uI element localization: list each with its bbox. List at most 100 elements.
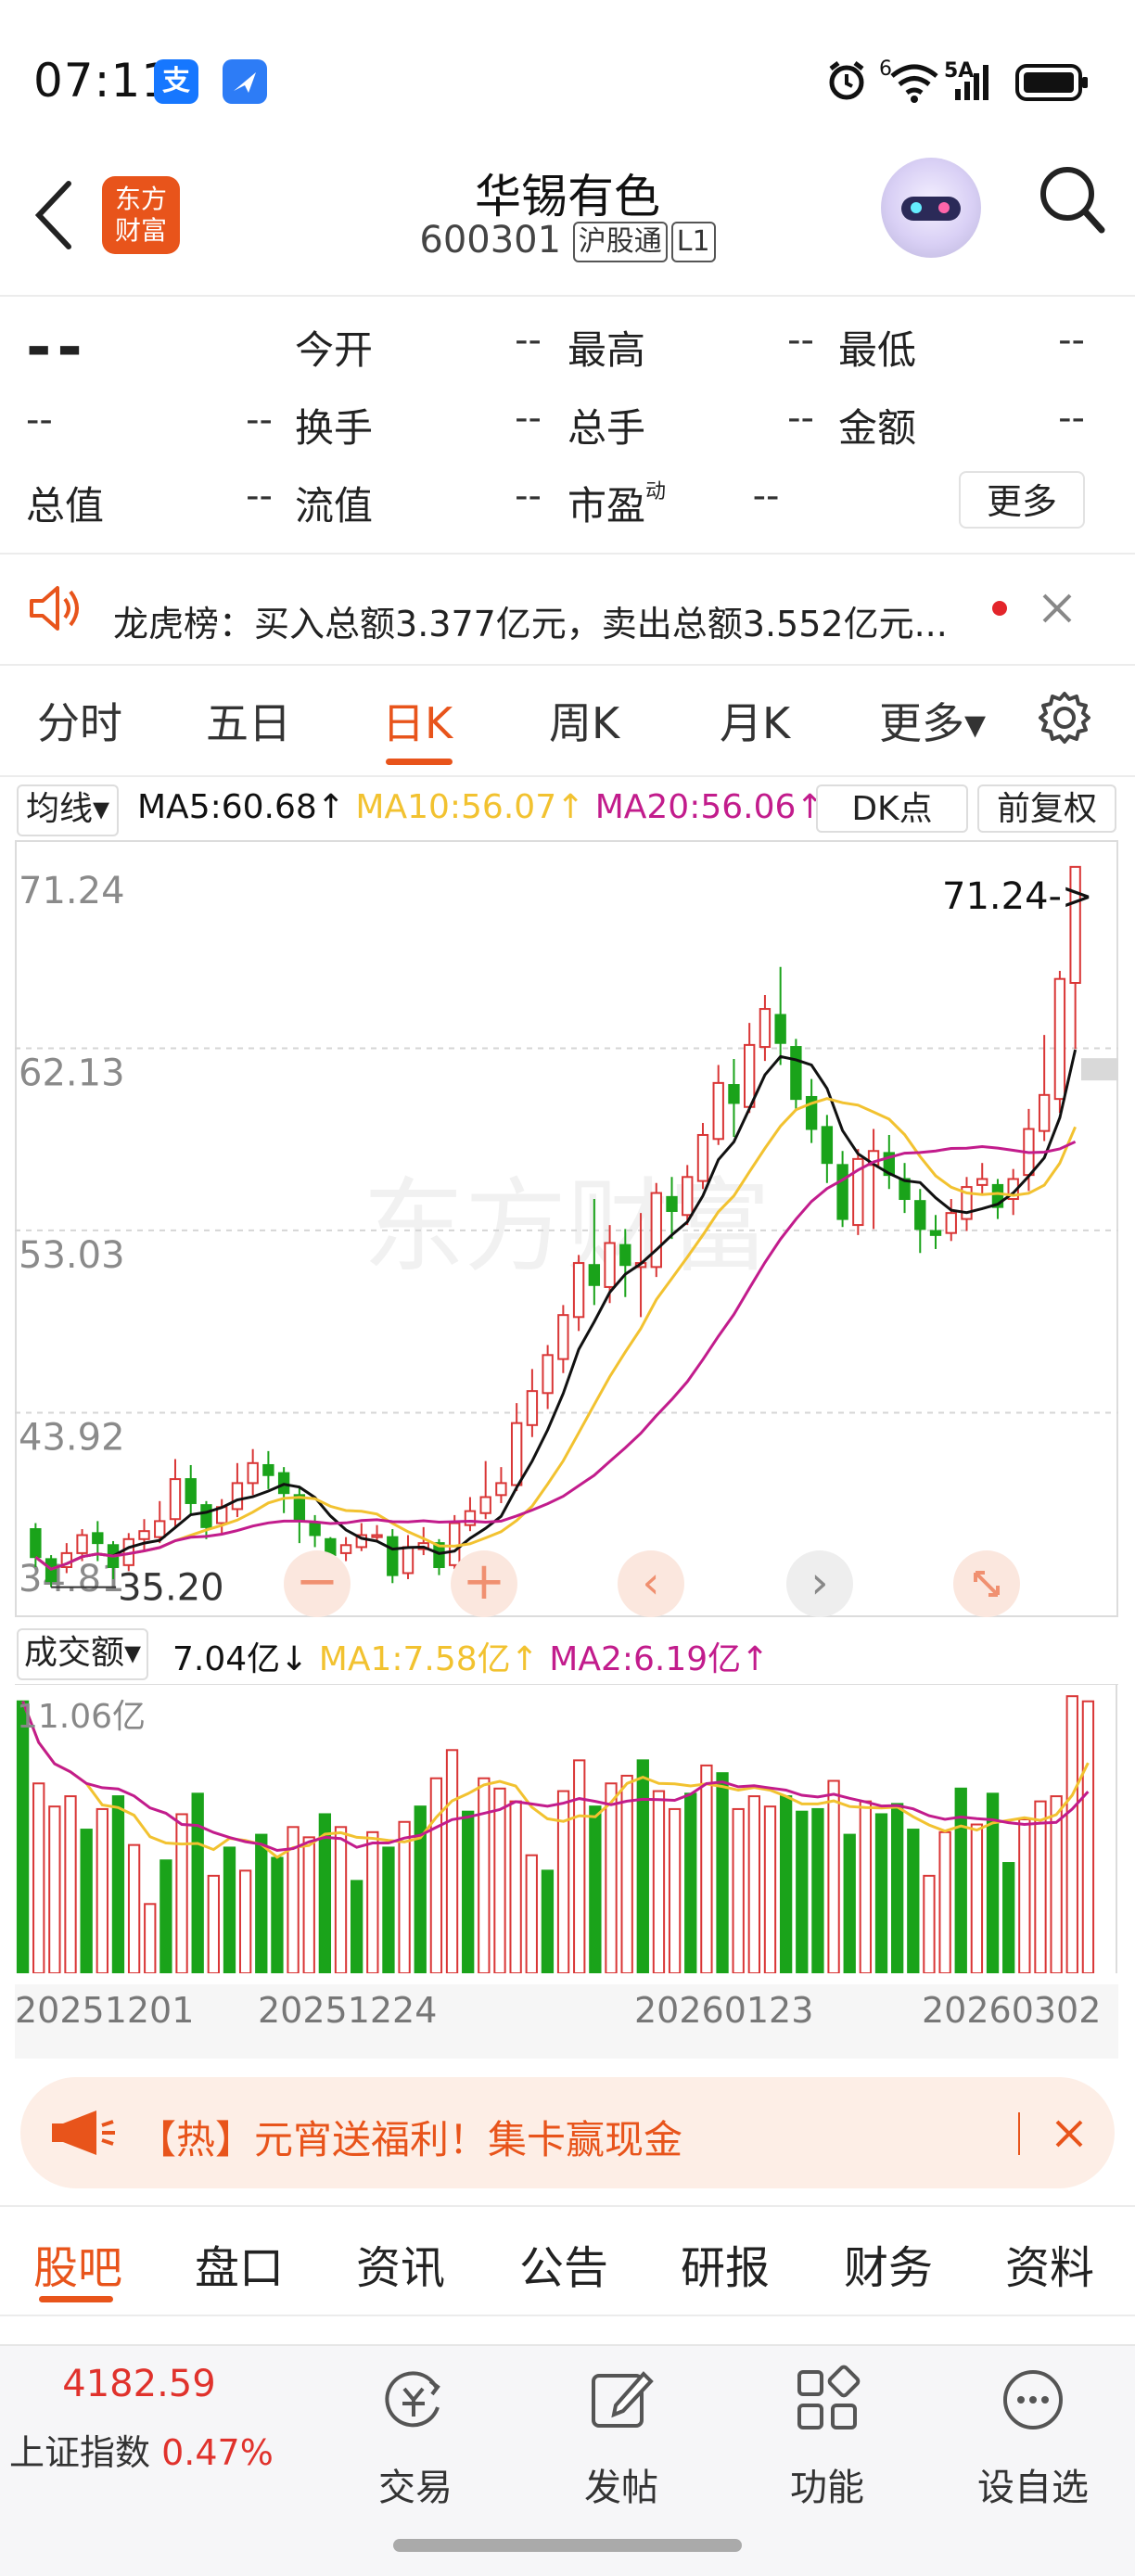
megaphone-icon <box>52 2111 115 2155</box>
candle-up <box>495 1482 507 1497</box>
more-button[interactable]: 更多 <box>959 471 1085 529</box>
ma-selector[interactable]: 均线▾ <box>17 784 120 836</box>
candle-up <box>339 1544 352 1554</box>
pan-left-button[interactable]: ‹ <box>618 1550 684 1617</box>
volume-bar-up <box>827 1779 840 1973</box>
tab-forum[interactable]: 股吧 <box>33 2231 122 2296</box>
volume-bar-down <box>16 1700 30 1973</box>
volume-selector[interactable]: 成交额▾ <box>17 1628 149 1680</box>
volume-bar-up <box>238 1869 252 1973</box>
change-pct-value: -- <box>246 399 273 441</box>
amount-value: -- <box>1058 397 1085 440</box>
alipay-icon: 支 <box>154 59 198 104</box>
tab-reports[interactable]: 研报 <box>681 2231 770 2296</box>
pe-value: -- <box>752 475 780 517</box>
vol-ma2-label: MA2:6.19亿↑ <box>549 1640 770 1678</box>
volume-bar-up <box>763 1805 777 1973</box>
volume-bar-down <box>223 1846 236 1973</box>
open-value: -- <box>515 319 542 362</box>
volume-bar-down <box>541 1869 555 1973</box>
tab-profile[interactable]: 资料 <box>1005 2231 1094 2296</box>
robot-avatar-icon[interactable] <box>881 158 981 258</box>
candle-down <box>821 1126 834 1165</box>
float-mv-value: -- <box>515 475 542 517</box>
tab-more[interactable]: 更多▾ <box>879 690 986 751</box>
candle-up <box>945 1212 957 1234</box>
volume-bar-up <box>509 1800 522 1973</box>
gear-icon[interactable] <box>1037 690 1092 746</box>
candle-down <box>293 1494 306 1523</box>
volume-bar-up <box>573 1759 586 1973</box>
volume-bar-up <box>96 1807 108 1973</box>
tab-announcements[interactable]: 公告 <box>519 2231 608 2296</box>
pan-right-button[interactable]: › <box>786 1550 853 1617</box>
close-icon[interactable] <box>1040 592 1074 625</box>
nav-add-watchlist[interactable]: 设自选 <box>959 2457 1107 2511</box>
volume-bar-down <box>636 1759 649 1973</box>
tab-five-day[interactable]: 五日 <box>206 690 291 751</box>
volume-bar-down <box>1002 1862 1015 1973</box>
candle-up <box>976 1178 988 1186</box>
volume-chart[interactable] <box>15 1684 1118 1973</box>
search-icon[interactable] <box>1037 163 1107 237</box>
volume-bar-down <box>159 1859 172 1973</box>
tab-monthly-k[interactable]: 月K <box>720 690 790 751</box>
volume-bar-up <box>32 1782 45 1973</box>
index-ticker[interactable]: 上证指数 0.47% <box>9 2424 274 2475</box>
adjust-button[interactable]: 前复权 <box>977 784 1116 833</box>
tab-market[interactable]: 盘口 <box>195 2231 284 2296</box>
unread-dot <box>992 601 1007 616</box>
volume-bar-up <box>48 1805 61 1973</box>
volume-bar-down <box>891 1803 904 1973</box>
dragon-tiger-notice[interactable]: 龙虎榜：买入总额3.377亿元，卖出总额3.552亿元... <box>0 555 1135 664</box>
volume-max-label: 11.06亿 <box>17 1698 147 1736</box>
high-value: -- <box>787 319 814 362</box>
open-label: 今开 <box>295 327 374 373</box>
volume-bar-up <box>64 1795 77 1973</box>
volume-bar-up <box>970 1823 984 1973</box>
volume-bar-up <box>302 1836 315 1973</box>
zoom-in-button[interactable]: + <box>451 1550 517 1617</box>
volume-bar-down <box>255 1833 268 1973</box>
nav-trade[interactable]: 交易 <box>341 2457 490 2511</box>
ma20-label: MA20:56.06↑ <box>594 788 824 826</box>
date-axis: 20251201 20251224 20260123 20260302 <box>15 1984 1118 2059</box>
tab-finance[interactable]: 财务 <box>844 2231 933 2296</box>
volume-bar-down <box>271 1856 284 1973</box>
total-mv-value: -- <box>246 475 273 517</box>
nav-functions[interactable]: 功能 <box>753 2457 901 2511</box>
tab-intraday[interactable]: 分时 <box>37 690 122 751</box>
fullscreen-button[interactable] <box>953 1550 1020 1617</box>
volume-bar-up <box>556 1790 570 1973</box>
date-tick: 20251224 <box>258 1990 438 2031</box>
expand-icon <box>974 1571 1000 1597</box>
stock-code: 600301 <box>419 219 562 261</box>
tab-news[interactable]: 资讯 <box>356 2231 445 2296</box>
candle-down <box>790 1046 802 1101</box>
index-value[interactable]: 4182.59 <box>0 2363 278 2405</box>
candle-up <box>76 1534 88 1554</box>
tab-daily-k[interactable]: 日K <box>382 690 453 751</box>
candle-up <box>759 1008 772 1049</box>
volume-bar-up <box>923 1874 936 1973</box>
low-value: -- <box>1058 319 1085 362</box>
status-bar: 07:11 支 6 5A <box>0 0 1135 167</box>
home-indicator[interactable] <box>393 2539 742 2552</box>
candle-down <box>30 1528 42 1559</box>
candle-down <box>914 1200 926 1231</box>
promo-banner[interactable]: 【热】元宵送福利！集卡赢现金 <box>20 2077 1115 2188</box>
candle-down <box>588 1264 601 1286</box>
nav-post[interactable]: 发帖 <box>547 2457 695 2511</box>
turnover-label: 换手 <box>295 405 374 451</box>
candle-up <box>1038 1093 1051 1132</box>
candle-up <box>744 1043 756 1108</box>
dk-point-button[interactable]: DK点 <box>816 784 968 833</box>
candle-up <box>479 1496 491 1514</box>
zoom-out-button[interactable]: − <box>284 1550 351 1617</box>
y-tick-label: 62.13 <box>19 1052 125 1095</box>
tab-weekly-k[interactable]: 周K <box>549 690 619 751</box>
amount-label: 金额 <box>838 405 917 451</box>
promo-close-icon[interactable] <box>1053 2118 1085 2149</box>
notice-text: 买入总额3.377亿元，卖出总额3.552亿元... <box>254 604 948 644</box>
kline-chart[interactable]: 东方财富71.2462.1353.0343.9234.8171.24->35.2… <box>15 840 1118 1617</box>
